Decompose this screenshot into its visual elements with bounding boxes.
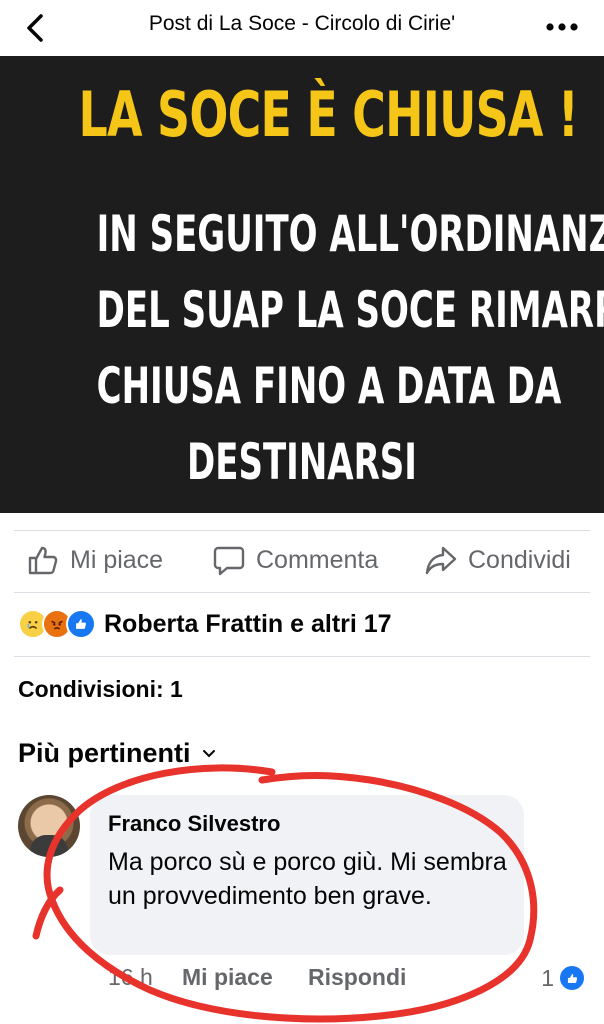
share-arrow-icon: [425, 546, 457, 575]
reactions-summary-text: Roberta Frattin e altri 17: [104, 609, 392, 638]
comment-like-count[interactable]: 1: [541, 964, 586, 992]
divider: [14, 592, 590, 593]
avatar[interactable]: [18, 795, 80, 857]
comment-text: Ma porco sù e porco giù. Mi sembra un pr…: [108, 848, 507, 910]
post-body-line: DEL SUAP LA SOCE RIMARRÀ: [96, 281, 604, 339]
chevron-left-icon[interactable]: [18, 10, 54, 46]
post-headline: LA SOCE È CHIUSA !: [78, 78, 579, 151]
comment-sort-dropdown[interactable]: Più pertinenti: [18, 738, 217, 769]
comment-actions: 16 h Mi piace Rispondi: [108, 964, 406, 991]
thumbs-up-icon: [66, 609, 96, 639]
divider: [14, 530, 590, 531]
post-image[interactable]: LA SOCE È CHIUSA ! IN SEGUITO ALL'ORDINA…: [0, 56, 604, 513]
post-body-text: IN SEGUITO ALL'ORDINANZA DEL SUAP LA SOC…: [96, 196, 604, 500]
post-body-line: CHIUSA FINO A DATA DA: [96, 357, 562, 415]
chevron-down-icon: [202, 749, 215, 757]
comment-like-count-text: 1: [541, 964, 554, 991]
like-button[interactable]: Mi piace: [26, 542, 163, 578]
more-horizontal-icon[interactable]: [542, 12, 582, 42]
post-body-line: DESTINARSI: [187, 433, 417, 491]
comment-author[interactable]: Franco Silvestro: [108, 811, 280, 837]
share-label: Condividi: [468, 545, 571, 574]
comment-button[interactable]: Commenta: [212, 542, 378, 578]
comment-bubble: Franco Silvestro Ma porco sù e porco giù…: [90, 795, 524, 955]
sort-label-text: Più pertinenti: [18, 738, 191, 768]
thumbs-up-icon: [558, 964, 586, 992]
page-title: Post di La Soce - Circolo di Cirie': [148, 12, 456, 35]
comment-bubble-icon: [213, 546, 245, 576]
share-button[interactable]: Condividi: [424, 542, 571, 578]
post-action-bar: Mi piace Commenta Condividi: [0, 532, 604, 588]
post-body-line: IN SEGUITO ALL'ORDINANZA: [96, 205, 604, 263]
reactions-summary[interactable]: Roberta Frattin e altri 17: [18, 604, 392, 644]
top-bar: Post di La Soce - Circolo di Cirie': [0, 0, 604, 56]
divider: [14, 656, 590, 657]
like-label: Mi piace: [70, 545, 164, 574]
comment-label: Commenta: [256, 545, 379, 574]
comment-reply-button[interactable]: Rispondi: [308, 964, 406, 991]
thumbs-up-icon: [28, 546, 58, 575]
comment-timestamp: 16 h: [108, 964, 153, 990]
comment-like-button[interactable]: Mi piace: [182, 964, 308, 991]
shares-count[interactable]: Condivisioni: 1: [18, 676, 183, 703]
